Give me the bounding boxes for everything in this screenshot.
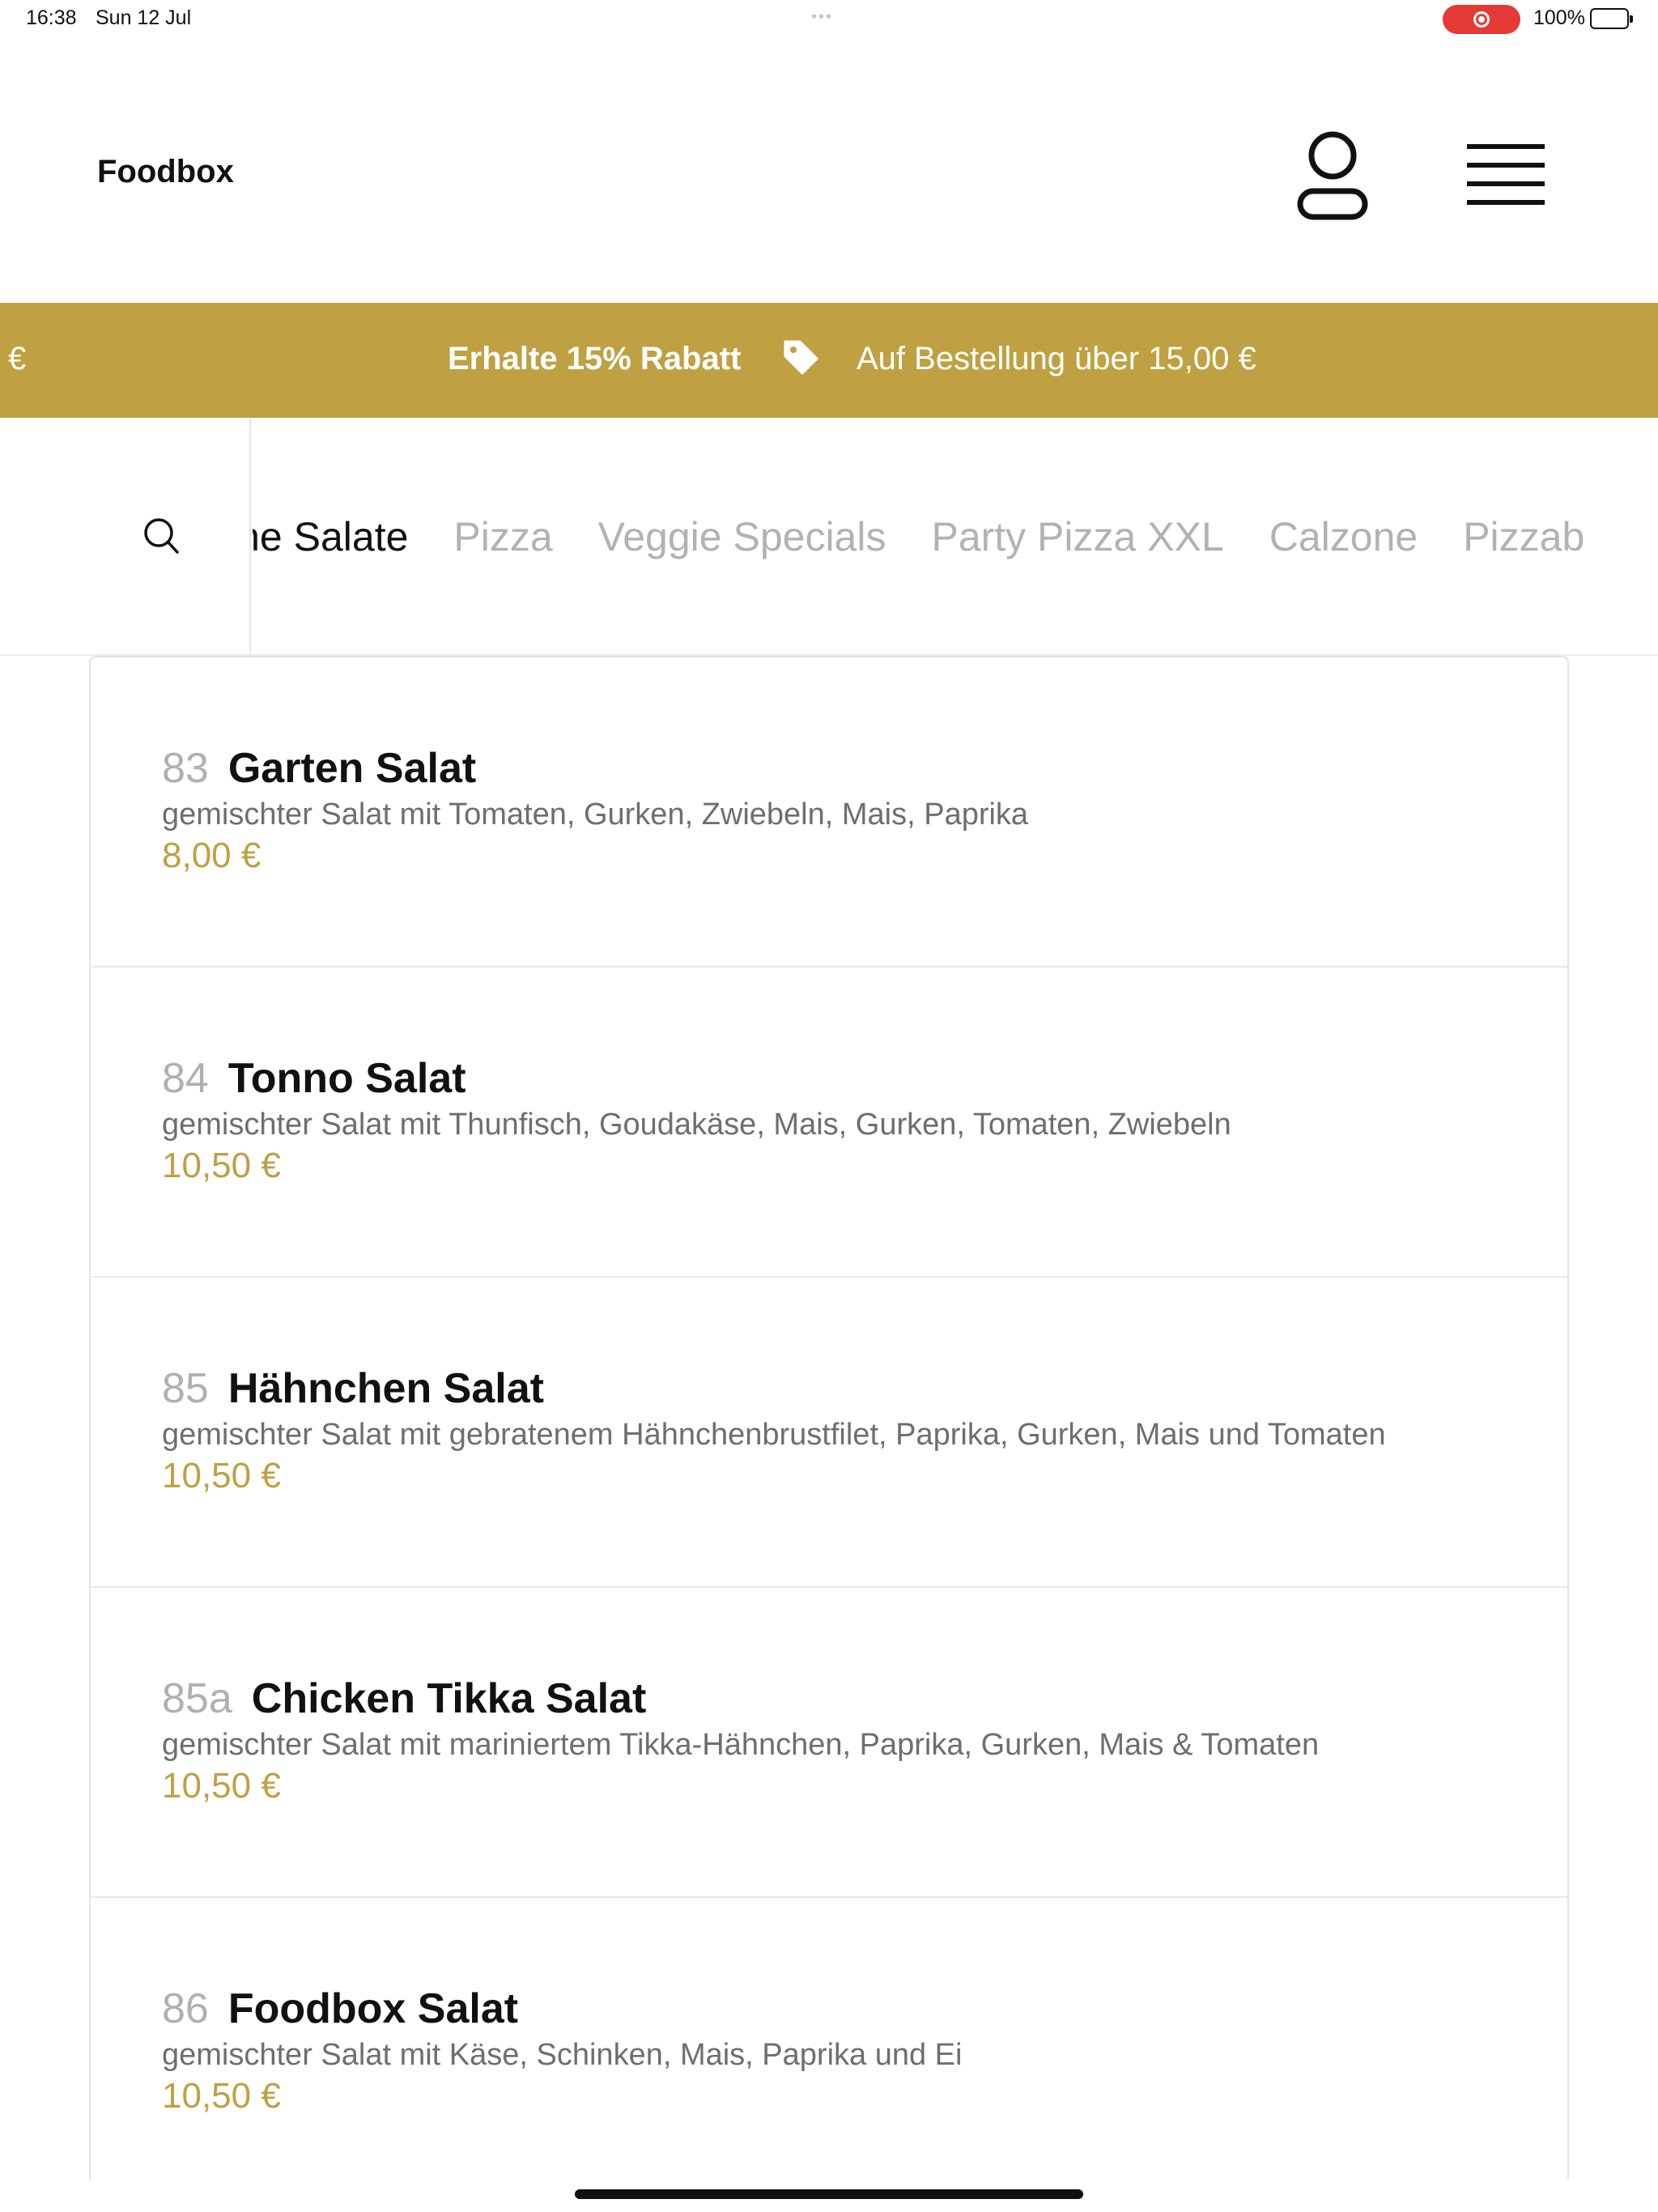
search-button[interactable] bbox=[0, 418, 251, 656]
product-number: 83 bbox=[162, 745, 209, 792]
product-price: 10,50 € bbox=[162, 1766, 281, 1806]
category-tab[interactable]: ische Salate bbox=[253, 513, 408, 560]
category-tab[interactable]: Calzone bbox=[1269, 513, 1418, 560]
product-number: 86 bbox=[162, 1985, 209, 2032]
product-description: gemischter Salat mit Käse, Schinken, Mai… bbox=[162, 2038, 963, 2072]
product-list: 83 Garten Salat gemischter Salat mit Tomat… bbox=[89, 656, 1569, 2180]
product-title-row: 84 Tonno Salat bbox=[162, 1053, 1567, 1104]
user-icon bbox=[1297, 131, 1368, 220]
product-name: Foodbox Salat bbox=[227, 1985, 519, 2032]
product-price: 10,50 € bbox=[162, 2076, 281, 2116]
product-number: 85 bbox=[162, 1365, 209, 1412]
product-title-row: 86 Foodbox Salat bbox=[162, 1984, 1567, 2034]
home-indicator[interactable] bbox=[575, 2189, 1083, 2199]
product-name: Chicken Tikka Salat bbox=[251, 1675, 647, 1722]
product-price: 10,50 € bbox=[162, 1146, 281, 1185]
hamburger-menu-icon bbox=[1467, 144, 1545, 205]
status-date: Sun 12 Jul bbox=[96, 6, 192, 29]
promo-ticker-fragment: € bbox=[8, 341, 27, 376]
category-tab[interactable]: Veggie Specials bbox=[598, 513, 886, 560]
promo-condition: Auf Bestellung über 15,00 € bbox=[857, 341, 1256, 376]
product-description: gemischter Salat mit gebratenem Hähnchen… bbox=[162, 1418, 1386, 1452]
price-tag-icon bbox=[784, 340, 818, 375]
category-tab[interactable]: Party Pizza XXL bbox=[931, 513, 1223, 560]
promo-banner: € Erhalte 15% Rabatt Auf Bestellung über… bbox=[0, 303, 1658, 418]
product-item[interactable]: 85 Hähnchen Salat gemischter Salat mit geb… bbox=[91, 1278, 1567, 1588]
product-item[interactable]: 86 Foodbox Salat gemischter Salat mit Käse… bbox=[91, 1898, 1567, 2180]
product-title-row: 85a Chicken Tikka Salat bbox=[162, 1674, 1567, 1724]
app-header: Foodbox bbox=[0, 39, 1658, 303]
product-name: Garten Salat bbox=[227, 745, 477, 792]
screen-recording-icon[interactable] bbox=[1443, 5, 1520, 34]
product-description: gemischter Salat mit mariniertem Tikka-H… bbox=[162, 1728, 1320, 1762]
category-tab[interactable]: Pizzab bbox=[1463, 513, 1584, 560]
multitasking-dots-icon[interactable]: ••• bbox=[811, 8, 833, 27]
product-title-row: 85 Hähnchen Salat bbox=[162, 1363, 1567, 1414]
product-name: Tonno Salat bbox=[227, 1055, 466, 1102]
status-bar: 16:38 Sun 12 Jul ••• 100% bbox=[0, 0, 1658, 39]
promo-headline: Erhalte 15% Rabatt bbox=[448, 341, 742, 376]
product-title-row: 83 Garten Salat bbox=[162, 743, 1567, 793]
product-item[interactable]: 84 Tonno Salat gemischter Salat mit Thunfi… bbox=[91, 968, 1567, 1278]
product-price: 10,50 € bbox=[162, 1456, 281, 1495]
product-number: 84 bbox=[162, 1055, 209, 1102]
search-icon bbox=[144, 518, 179, 554]
battery-icon bbox=[1590, 8, 1633, 29]
category-tabs-scroller[interactable]: ische Salate Pizza Veggie Specials Party Pi… bbox=[253, 418, 1658, 656]
category-nav: ische Salate Pizza Veggie Specials Party Pi… bbox=[0, 418, 1658, 656]
product-number: 85a bbox=[162, 1675, 232, 1722]
account-button[interactable] bbox=[1292, 128, 1373, 222]
product-item[interactable]: 83 Garten Salat gemischter Salat mit Tomat… bbox=[91, 657, 1567, 968]
brand-logo[interactable]: Foodbox bbox=[97, 154, 234, 190]
category-tab[interactable]: Pizza bbox=[453, 513, 552, 560]
category-tabs: ische Salate Pizza Veggie Specials Party Pi… bbox=[253, 418, 1584, 656]
product-description: gemischter Salat mit Thunfisch, Goudakäs… bbox=[162, 1108, 1231, 1142]
product-name: Hähnchen Salat bbox=[227, 1365, 544, 1412]
battery-percentage: 100% bbox=[1533, 6, 1585, 29]
status-time: 16:38 bbox=[26, 6, 77, 29]
menu-button[interactable] bbox=[1464, 136, 1548, 214]
product-description: gemischter Salat mit Tomaten, Gurken, Zw… bbox=[162, 798, 1029, 832]
product-price: 8,00 € bbox=[162, 836, 261, 875]
product-item[interactable]: 85a Chicken Tikka Salat gemischter Salat m… bbox=[91, 1588, 1567, 1898]
